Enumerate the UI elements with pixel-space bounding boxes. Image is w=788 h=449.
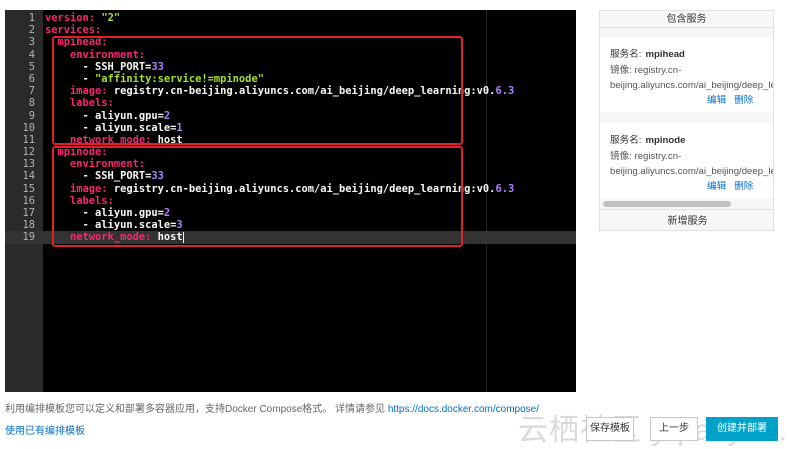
line-number: 15 [22,182,35,195]
line-number: 13 [22,158,35,171]
line-number: 11 [22,133,35,146]
line-number: 1 [28,12,35,24]
line-number: 14 [22,170,35,183]
line-number: 9 [28,109,35,122]
line-number: 7 [28,85,35,98]
line-number: 8 [28,97,35,110]
line-number: 18 [22,219,35,232]
service-name: mpinode [645,135,686,146]
code-token: 6.3 [495,85,515,98]
line-text: version: "2" [45,12,120,24]
service-image-label: 镜像: [610,151,632,162]
line-number: 2 [28,24,35,37]
line-text: services: [45,24,101,36]
service-name: mpihead [645,49,685,60]
service-actions: 编辑 删除 [610,179,773,194]
add-service-button[interactable]: 新增服务 [600,209,773,230]
edit-service-link[interactable]: 编辑 [707,181,726,192]
service-name-label: 服务名: [610,49,642,60]
code-token: services: [45,24,102,37]
line-number: 16 [22,194,35,207]
line-number: 10 [22,121,35,134]
horizontal-scrollbar[interactable] [603,201,731,207]
use-existing-template-link[interactable]: 使用已有编排模板 [5,422,85,437]
edit-service-link[interactable]: 编辑 [707,95,726,106]
line-number: 3 [28,36,35,49]
line-number: 4 [28,48,35,61]
code-line[interactable]: 1 version: "2" [5,12,576,24]
help-text: 利用编排模板您可以定义和部署多容器应用，支持Docker Compose格式。 … [5,400,539,415]
create-and-deploy-button[interactable]: 创建并部署 [706,417,778,441]
delete-service-link[interactable]: 删除 [734,181,753,192]
services-panel: 包含服务 服务名: mpihead 镜像: registry.cn- beijin… [599,10,774,231]
service-image-line1: registry.cn- [634,151,682,162]
service-name-label: 服务名: [610,135,642,146]
code-token: version: [45,12,102,24]
service-image-row: 镜像: registry.cn- [610,63,773,78]
service-image-row: 镜像: registry.cn- [610,149,773,164]
code-editor[interactable]: 1 version: "2" 2 services: 3 mpihead: 4 envir… [5,10,576,392]
service-image-label: 镜像: [610,65,632,76]
service-card-mpinode: 服务名: mpinode 镜像: registry.cn- beijing.ali… [600,123,774,198]
code-line[interactable]: 2 services: [5,24,576,36]
service-card-mpihead: 服务名: mpihead 镜像: registry.cn- beijing.ali… [600,37,774,112]
service-actions: 编辑 删除 [610,93,773,108]
line-number: 12 [22,146,35,159]
line-number: 19 [22,231,35,244]
mpihead-highlight-box [52,36,463,145]
code-token: 6.3 [495,182,515,195]
line-number: 5 [28,60,35,73]
service-image-line2: beijing.aliyuncs.com/ai_beijing/deep_lea [610,80,774,91]
service-name-row: 服务名: mpihead [610,47,773,62]
help-description: 利用编排模板您可以定义和部署多容器应用，支持Docker Compose格式。 … [5,404,386,415]
line-number: 17 [22,207,35,219]
service-name-row: 服务名: mpinode [610,133,773,148]
save-template-button[interactable]: 保存模板 [586,417,634,441]
mpinode-highlight-box [52,146,463,247]
service-image-line2: beijing.aliyuncs.com/ai_beijing/deep_lea [610,166,774,177]
compose-docs-link[interactable]: https://docs.docker.com/compose/ [388,404,539,415]
service-image-line1: registry.cn- [634,65,682,76]
code-token: "2" [101,12,121,24]
delete-service-link[interactable]: 删除 [734,95,753,106]
previous-step-button[interactable]: 上一步 [650,417,698,441]
line-number: 6 [28,72,35,85]
services-panel-title: 包含服务 [600,11,773,28]
